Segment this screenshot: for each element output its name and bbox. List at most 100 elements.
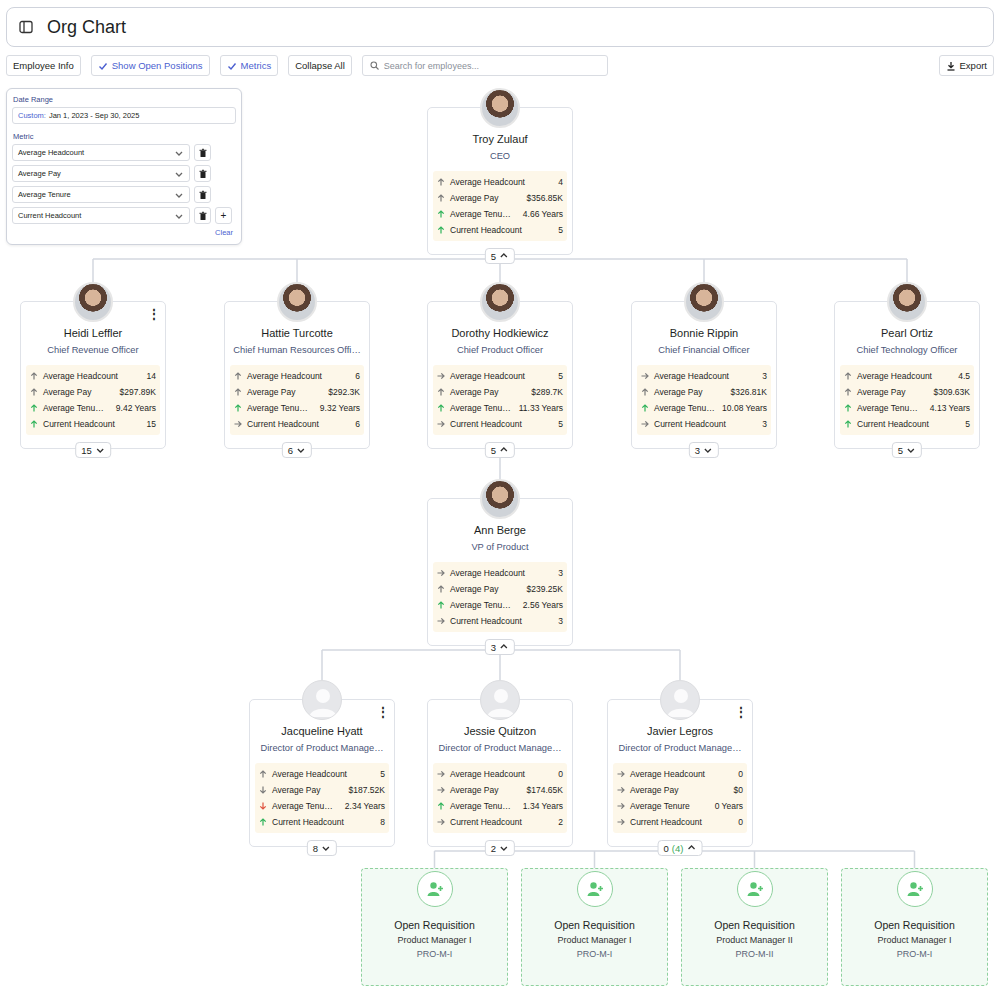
trend-up-arrow-icon [641, 388, 649, 396]
employee-card[interactable]: ⋮ Javier Legros Director of Product Manage… [607, 699, 753, 847]
expand-toggle[interactable]: 0(4) [658, 840, 703, 856]
metric-value: 2.34 Years [345, 801, 385, 811]
requisition-icon-circle [897, 871, 933, 907]
delete-button[interactable] [194, 207, 211, 224]
toggle-button[interactable]: Employee Info [6, 55, 81, 76]
employee-title: Chief Revenue Officer [26, 345, 160, 357]
chevron-down-icon [906, 445, 916, 455]
date-range-field[interactable]: Custom:Jan 1, 2023 - Sep 30, 2025 [12, 107, 236, 124]
search-input[interactable] [384, 61, 600, 71]
collapse-all-button[interactable]: Collapse All [288, 55, 352, 76]
employee-title: Chief Financial Officer [637, 345, 771, 357]
metric-label: Average Tenu… [450, 209, 518, 219]
toggle-button[interactable]: Show Open Positions [91, 55, 210, 76]
metric-row: Average Tenure0 Years [617, 798, 743, 814]
expand-toggle[interactable]: 5 [485, 442, 515, 458]
trend-down-arrow-icon [259, 786, 267, 794]
metric-label: Metric [13, 132, 236, 141]
employee-card[interactable]: Jessie QuitzonDirector of Product Manage… [427, 699, 573, 847]
open-requisition-card[interactable]: Open RequisitionProduct Manager IPRO-M-I [361, 868, 508, 986]
open-requisition-card[interactable]: Open RequisitionProduct Manager IIPRO-M-… [681, 868, 828, 986]
metric-row: Average Tenu…11.33 Years [437, 400, 563, 416]
metric-label: Average Tenure [630, 801, 710, 811]
expand-toggle[interactable]: 6 [282, 442, 312, 458]
metric-row: Average Headcount4.5 [844, 368, 970, 384]
trend-flat-arrow-icon [437, 569, 445, 577]
delete-button[interactable] [194, 165, 211, 182]
metric-select[interactable]: Average Tenure [12, 186, 190, 203]
search-icon [370, 61, 379, 70]
expand-toggle[interactable]: 3 [689, 442, 719, 458]
expand-toggle[interactable]: 15 [75, 442, 111, 458]
expand-toggle[interactable]: 5 [485, 248, 515, 264]
metric-value: $292.3K [328, 387, 360, 397]
trend-flat-arrow-icon [437, 372, 445, 380]
metrics-list: Average Headcount6Average Pay$292.3KAver… [230, 365, 364, 435]
metric-select[interactable]: Average Pay [12, 165, 190, 182]
chevron-down-icon [174, 169, 184, 179]
sidebar-toggle-icon[interactable] [19, 20, 33, 34]
metric-row: Average Tenu…2.34 Years [259, 798, 385, 814]
search-field[interactable] [362, 55, 608, 76]
more-menu-icon[interactable]: ⋮ [148, 308, 160, 320]
metric-row: Average Tenu…1.34 Years [437, 798, 563, 814]
delete-button[interactable] [194, 186, 211, 203]
clear-button[interactable]: Clear [12, 228, 236, 237]
metric-value: 5 [558, 371, 563, 381]
employee-card[interactable]: ⋮Jacqueline HyattDirector of Product Man… [249, 699, 395, 847]
metric-row: Average Pay$292.3K [234, 384, 360, 400]
metric-row: Average Tenure [12, 186, 236, 203]
trend-flat-arrow-icon [437, 770, 445, 778]
metric-label: Average Tenu… [43, 403, 111, 413]
expand-toggle[interactable]: 8 [307, 840, 337, 856]
add-metric-button[interactable]: + [215, 207, 232, 224]
toggle-label: Metrics [241, 60, 272, 71]
expand-toggle[interactable]: 2 [485, 840, 515, 856]
open-requisition-card[interactable]: Open RequisitionProduct Manager IPRO-M-I [521, 868, 668, 986]
more-menu-icon[interactable]: ⋮ [735, 706, 747, 718]
metric-label: Average Tenu… [450, 801, 518, 811]
employee-card[interactable]: Hattie TurcotteChief Human Resources Off… [224, 301, 370, 449]
open-requisition-card[interactable]: Open RequisitionProduct Manager IPRO-M-I [841, 868, 988, 986]
employee-card[interactable]: Dorothy HodkiewiczChief Product OfficerA… [427, 301, 573, 449]
trend-up-arrow-icon [844, 404, 852, 412]
trend-flat-arrow-icon [641, 420, 649, 428]
metric-value: 5 [965, 419, 970, 429]
metric-label: Average Pay [450, 193, 522, 203]
metric-row: Average Pay$297.89K [30, 384, 156, 400]
more-menu-icon[interactable]: ⋮ [377, 706, 389, 718]
chevron-up-icon [499, 445, 509, 455]
person-add-icon [906, 880, 924, 898]
export-button[interactable]: Export [939, 55, 994, 76]
report-count: 3 [695, 445, 700, 456]
employee-card[interactable]: Bonnie RippinChief Financial OfficerAver… [631, 301, 777, 449]
employee-title: Director of Product Manage… [433, 743, 567, 755]
metric-label: Average Headcount [450, 568, 553, 578]
chevron-down-icon [296, 445, 306, 455]
employee-card[interactable]: Ann BergeVP of ProductAverage Headcount3… [427, 498, 573, 646]
metrics-list: Average Headcount4Average Pay$356.85KAve… [433, 171, 567, 241]
employee-card[interactable]: ⋮Heidi LefflerChief Revenue OfficerAvera… [20, 301, 166, 449]
delete-button[interactable] [194, 144, 211, 161]
expand-toggle[interactable]: 3 [485, 639, 515, 655]
metric-label: Current Headcount [43, 419, 142, 429]
metric-select[interactable]: Average Headcount [12, 144, 190, 161]
chevron-down-icon [95, 445, 105, 455]
expand-toggle[interactable]: 5 [892, 442, 922, 458]
metric-value: 3 [558, 616, 563, 626]
requisition-code: PRO-M-I [846, 949, 983, 959]
metric-row: Average Headcount0 [617, 766, 743, 782]
employee-title: Director of Product Manage… [613, 743, 747, 755]
trend-up-arrow-icon [437, 210, 445, 218]
employee-card[interactable]: Troy ZulaufCEOAverage Headcount4Average … [427, 107, 573, 255]
employee-card[interactable]: Pearl OrtizChief Technology OfficerAvera… [834, 301, 980, 449]
report-count: 3 [491, 642, 496, 653]
employee-name: Javier Legros [613, 725, 747, 740]
report-count: 8 [313, 843, 318, 854]
metric-select[interactable]: Current Headcount [12, 207, 190, 224]
trend-up-arrow-icon [437, 194, 445, 202]
requisition-title: Open Requisition [846, 919, 983, 931]
toggle-button[interactable]: Metrics [220, 55, 279, 76]
metric-row: Average Tenu…9.42 Years [30, 400, 156, 416]
requisition-title: Open Requisition [526, 919, 663, 931]
